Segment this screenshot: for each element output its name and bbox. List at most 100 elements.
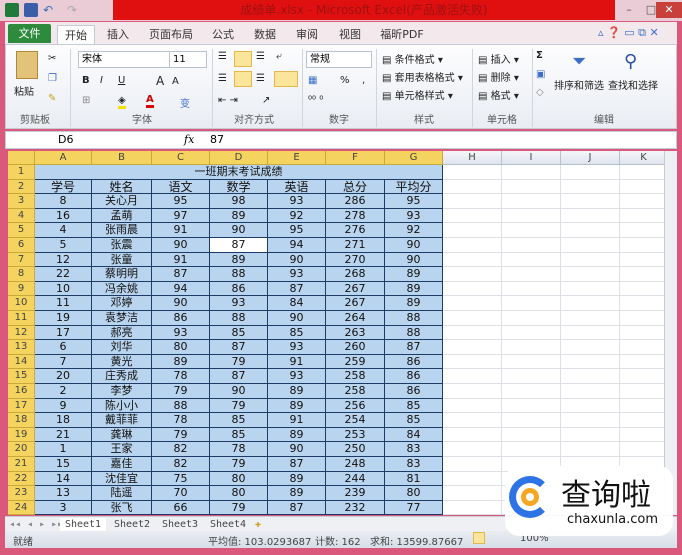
active-cell[interactable]: 87	[210, 238, 268, 253]
sheet-tab-4[interactable]: Sheet4	[205, 518, 251, 531]
cell[interactable]: 80	[152, 340, 210, 355]
normal-view-button[interactable]	[473, 532, 485, 544]
cell[interactable]: 92	[385, 223, 443, 238]
cell[interactable]: 286	[326, 194, 385, 209]
cell[interactable]: 95	[268, 223, 326, 238]
header-cell[interactable]: 数学	[210, 179, 268, 195]
cell[interactable]: 19	[35, 311, 92, 326]
header-cell[interactable]: 语文	[152, 179, 210, 195]
cell[interactable]	[561, 354, 620, 370]
cell[interactable]: 87	[268, 500, 326, 515]
header-cell[interactable]: 姓名	[92, 179, 152, 195]
cell[interactable]: 陆遥	[92, 486, 152, 501]
merge-center-button[interactable]	[274, 71, 298, 87]
cell[interactable]: 78	[210, 442, 268, 457]
cell[interactable]: 4	[35, 223, 92, 238]
row-header-11[interactable]: 11	[8, 311, 35, 326]
cell[interactable]	[620, 267, 664, 282]
cell[interactable]	[502, 267, 561, 282]
cell[interactable]: 90	[268, 442, 326, 457]
tab-view[interactable]: 视图	[333, 25, 367, 44]
insert-cells-button[interactable]: ▤ 插入 ▾	[478, 51, 519, 66]
cell[interactable]: 85	[210, 413, 268, 428]
cell[interactable]: 248	[326, 457, 385, 472]
cell[interactable]: 张雨晨	[92, 223, 152, 238]
row-header-2[interactable]: 2	[8, 179, 35, 195]
close-button[interactable]: ✕	[656, 2, 682, 18]
cell[interactable]: 276	[326, 223, 385, 238]
tab-formulas[interactable]: 公式	[206, 25, 240, 44]
tab-file[interactable]: 文件	[8, 24, 51, 43]
cell[interactable]	[561, 252, 620, 268]
cell[interactable]: 冯余姚	[92, 281, 152, 297]
find-select-icon[interactable]: ⚲	[624, 51, 637, 72]
cell[interactable]: 85	[268, 325, 326, 341]
cell[interactable]: 张震	[92, 238, 152, 253]
clear-icon[interactable]: ◇	[536, 87, 544, 98]
cell[interactable]: 270	[326, 252, 385, 268]
delete-cells-button[interactable]: ▤ 删除 ▾	[478, 69, 519, 84]
cell[interactable]: 89	[268, 384, 326, 399]
cell[interactable]	[620, 428, 664, 443]
cell[interactable]	[620, 326, 664, 341]
cell[interactable]	[561, 384, 620, 399]
cell[interactable]: 83	[385, 442, 443, 457]
cell[interactable]: 90	[385, 238, 443, 253]
cell[interactable]: 79	[210, 354, 268, 370]
cell[interactable]: 1	[35, 442, 92, 457]
header-cell[interactable]: 总分	[326, 179, 385, 195]
cell[interactable]: 93	[385, 208, 443, 224]
row-header-7[interactable]: 7	[8, 252, 35, 268]
cell[interactable]: 254	[326, 413, 385, 428]
cell[interactable]: 80	[385, 486, 443, 501]
cell[interactable]: 271	[326, 238, 385, 253]
cell[interactable]	[502, 354, 561, 370]
cell[interactable]: 93	[210, 296, 268, 311]
cell[interactable]	[561, 296, 620, 311]
row-header-18[interactable]: 18	[8, 413, 35, 428]
cell[interactable]: 戴菲菲	[92, 413, 152, 428]
cell[interactable]	[620, 253, 664, 268]
cell[interactable]: 260	[326, 340, 385, 355]
cell[interactable]	[502, 179, 561, 195]
column-header-H[interactable]: H	[443, 151, 502, 165]
sort-filter-button[interactable]: 排序和筛选	[554, 77, 604, 92]
sheet-tab-3[interactable]: Sheet3	[157, 518, 203, 531]
cell[interactable]: 89	[268, 471, 326, 487]
cell[interactable]: 263	[326, 325, 385, 341]
cell[interactable]: 79	[152, 384, 210, 399]
cell[interactable]	[502, 311, 561, 326]
row-header-21[interactable]: 21	[8, 457, 35, 472]
cell[interactable]	[620, 194, 664, 209]
cell[interactable]: 84	[268, 296, 326, 311]
cell[interactable]: 256	[326, 398, 385, 414]
cell[interactable]: 91	[268, 354, 326, 370]
tab-review[interactable]: 审阅	[290, 25, 324, 44]
cell[interactable]: 267	[326, 296, 385, 311]
cell[interactable]: 王家	[92, 442, 152, 457]
cell[interactable]: 17	[35, 325, 92, 341]
font-name-select[interactable]: 宋体	[78, 51, 170, 68]
cut-icon[interactable]: ✂	[48, 53, 56, 64]
cell[interactable]: 邓婷	[92, 296, 152, 311]
cell[interactable]: 82	[152, 457, 210, 472]
cell[interactable]: 3	[35, 500, 92, 515]
cell[interactable]	[620, 223, 664, 238]
cell[interactable]	[443, 238, 502, 253]
copy-icon[interactable]: ❐	[48, 73, 57, 84]
cell[interactable]: 87	[268, 457, 326, 472]
cell[interactable]	[502, 252, 561, 268]
cell[interactable]: 93	[268, 194, 326, 209]
column-header-G[interactable]: G	[385, 151, 443, 165]
cell[interactable]: 79	[210, 398, 268, 414]
cell[interactable]	[620, 442, 664, 457]
cell[interactable]	[443, 471, 502, 487]
cell[interactable]: 89	[210, 252, 268, 268]
cell[interactable]: 90	[268, 311, 326, 326]
cell[interactable]: 80	[210, 471, 268, 487]
cell[interactable]: 232	[326, 500, 385, 515]
cell[interactable]	[443, 296, 502, 311]
cell[interactable]: 87	[385, 340, 443, 355]
cell[interactable]	[561, 325, 620, 341]
cell[interactable]: 91	[152, 252, 210, 268]
